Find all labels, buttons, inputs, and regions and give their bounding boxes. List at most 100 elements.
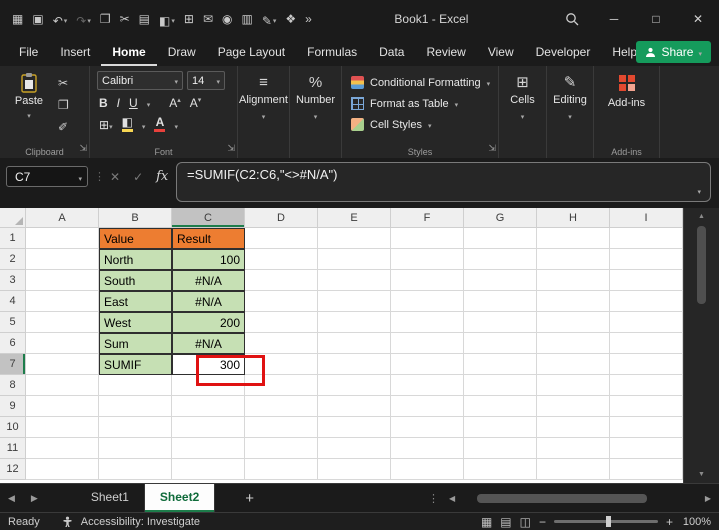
maximize-button[interactable]: □ xyxy=(635,0,677,38)
copy-icon[interactable]: ❐ xyxy=(58,98,69,112)
share-contact-button[interactable]: ❖ xyxy=(285,12,296,26)
styles-dialog-launcher-icon[interactable] xyxy=(488,138,496,156)
column-header-e[interactable]: E xyxy=(318,208,391,228)
cell-b11[interactable] xyxy=(99,438,172,459)
cell-d10[interactable] xyxy=(245,417,318,438)
font-size-select[interactable]: 14 xyxy=(187,71,225,90)
cell-h12[interactable] xyxy=(537,459,610,480)
cell-e10[interactable] xyxy=(318,417,391,438)
vertical-scrollbar[interactable]: ▲ ▼ xyxy=(683,208,719,483)
cell-a12[interactable] xyxy=(26,459,99,480)
cell-d2[interactable] xyxy=(245,249,318,270)
cell-c4[interactable]: #N/A xyxy=(172,291,245,312)
cell-b9[interactable] xyxy=(99,396,172,417)
zoom-level[interactable]: 100% xyxy=(681,516,711,528)
underline-button[interactable]: U xyxy=(129,96,138,110)
cell-a11[interactable] xyxy=(26,438,99,459)
cell-i12[interactable] xyxy=(610,459,683,480)
cell-i5[interactable] xyxy=(610,312,683,333)
scroll-left-icon[interactable]: ◀ xyxy=(449,494,455,503)
cell-f12[interactable] xyxy=(391,459,464,480)
row-header-8[interactable]: 8 xyxy=(0,375,26,396)
borders-button[interactable]: ⊞ xyxy=(99,118,113,132)
row-header-6[interactable]: 6 xyxy=(0,333,26,354)
new-sheet-button[interactable]: + xyxy=(245,490,254,507)
column-header-h[interactable]: H xyxy=(537,208,610,228)
cell-d3[interactable] xyxy=(245,270,318,291)
cell-a1[interactable] xyxy=(26,228,99,249)
sheet-nav-right-icon[interactable]: ▶ xyxy=(23,493,46,504)
cell-f4[interactable] xyxy=(391,291,464,312)
cell-c3[interactable]: #N/A xyxy=(172,270,245,291)
cell-c12[interactable] xyxy=(172,459,245,480)
scroll-up-icon[interactable]: ▲ xyxy=(684,213,719,220)
cell-e2[interactable] xyxy=(318,249,391,270)
normal-view-icon[interactable]: ▦ xyxy=(481,515,492,529)
cell-h11[interactable] xyxy=(537,438,610,459)
sheet-tab-sheet1[interactable]: Sheet1 xyxy=(76,484,145,512)
share-button[interactable]: Share xyxy=(636,41,711,63)
cell-e1[interactable] xyxy=(318,228,391,249)
cell-a7[interactable] xyxy=(26,354,99,375)
row-header-7[interactable]: 7 xyxy=(0,354,26,375)
tab-review[interactable]: Review xyxy=(415,38,476,66)
cell-c5[interactable]: 200 xyxy=(172,312,245,333)
clipboard-dialog-launcher-icon[interactable] xyxy=(79,138,87,156)
print-button[interactable]: ▤ xyxy=(139,12,150,26)
page-break-view-icon[interactable]: ◫ xyxy=(520,515,531,529)
format-as-table-button[interactable]: Format as Table xyxy=(342,93,498,114)
addins-button[interactable]: Add-ins xyxy=(594,66,659,109)
font-color-dropdown-icon[interactable] xyxy=(174,118,178,132)
cell-i9[interactable] xyxy=(610,396,683,417)
cell-i1[interactable] xyxy=(610,228,683,249)
increase-font-size-button[interactable]: A▴ xyxy=(169,96,181,110)
cell-f1[interactable] xyxy=(391,228,464,249)
cell-d9[interactable] xyxy=(245,396,318,417)
row-header-3[interactable]: 3 xyxy=(0,270,26,291)
cell-f3[interactable] xyxy=(391,270,464,291)
cells-button[interactable]: ⊞ Cells xyxy=(499,66,546,122)
fill-color-button[interactable]: ◧ xyxy=(159,10,175,28)
tab-draw[interactable]: Draw xyxy=(157,38,207,66)
cut-icon[interactable]: ✂ xyxy=(58,76,69,90)
cell-f9[interactable] xyxy=(391,396,464,417)
cut-button[interactable]: ✂ xyxy=(120,12,130,26)
cell-e8[interactable] xyxy=(318,375,391,396)
cell-f5[interactable] xyxy=(391,312,464,333)
italic-button[interactable]: I xyxy=(117,96,120,110)
cell-a4[interactable] xyxy=(26,291,99,312)
cell-b10[interactable] xyxy=(99,417,172,438)
formula-bar-expand-icon[interactable] xyxy=(697,181,701,199)
enter-icon[interactable]: ✓ xyxy=(133,170,143,184)
cell-h4[interactable] xyxy=(537,291,610,312)
decrease-font-size-button[interactable]: A▾ xyxy=(190,96,202,110)
cell-b5[interactable]: West xyxy=(99,312,172,333)
name-box-resize-handle[interactable]: ⋮ xyxy=(94,170,105,183)
cell-g9[interactable] xyxy=(464,396,537,417)
cell-i4[interactable] xyxy=(610,291,683,312)
customize-quick-access-button[interactable]: ▦ xyxy=(12,12,23,26)
cell-g12[interactable] xyxy=(464,459,537,480)
cell-d5[interactable] xyxy=(245,312,318,333)
tab-splitter-handle[interactable]: ⋮ xyxy=(428,492,439,505)
row-header-12[interactable]: 12 xyxy=(0,459,26,480)
cell-f8[interactable] xyxy=(391,375,464,396)
minimize-button[interactable]: ─ xyxy=(593,0,635,38)
cell-g5[interactable] xyxy=(464,312,537,333)
conditional-formatting-button[interactable]: Conditional Formatting xyxy=(342,72,498,93)
save-button[interactable]: ▣ xyxy=(32,12,43,26)
font-dialog-launcher-icon[interactable] xyxy=(227,138,235,156)
tab-data[interactable]: Data xyxy=(368,38,415,66)
sheet-nav-left-icon[interactable]: ◀ xyxy=(0,493,23,504)
cell-e5[interactable] xyxy=(318,312,391,333)
cell-b7[interactable]: SUMIF xyxy=(99,354,172,375)
cell-b12[interactable] xyxy=(99,459,172,480)
cell-g6[interactable] xyxy=(464,333,537,354)
cell-c9[interactable] xyxy=(172,396,245,417)
cell-styles-button[interactable]: Cell Styles xyxy=(342,114,498,135)
horizontal-scroll-track[interactable] xyxy=(459,494,701,503)
cell-b3[interactable]: South xyxy=(99,270,172,291)
cell-h9[interactable] xyxy=(537,396,610,417)
cell-c2[interactable]: 100 xyxy=(172,249,245,270)
scroll-down-icon[interactable]: ▼ xyxy=(684,471,719,478)
